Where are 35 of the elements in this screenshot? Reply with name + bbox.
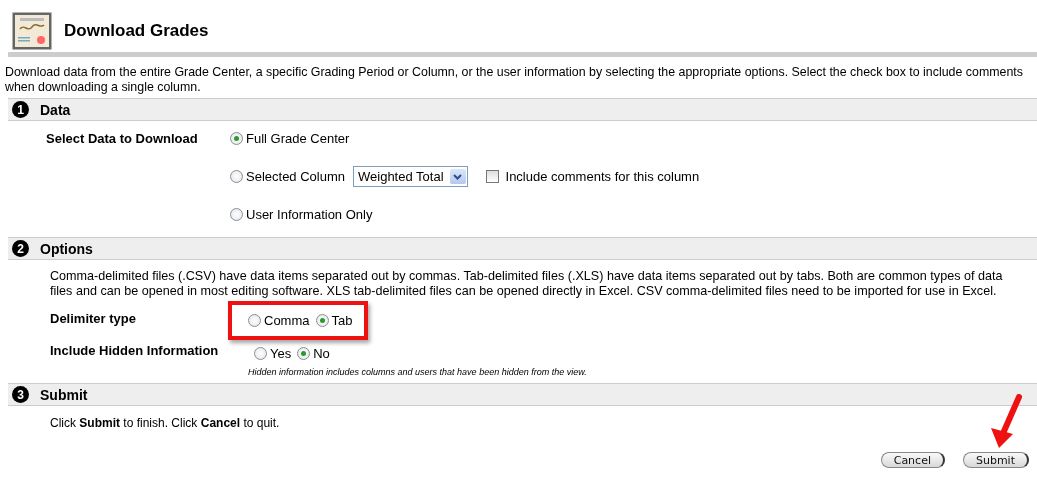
cancel-button[interactable]: Cancel [880, 452, 945, 468]
intro-text: Download data from the entire Grade Center, a specific Grading Period or Column, or the user information by selecting the appropriate options. Select the check box to include comments when downloading a single column. [5, 65, 1024, 95]
radio-button[interactable] [248, 314, 261, 327]
section-title: Options [40, 240, 93, 257]
checkbox[interactable] [485, 170, 499, 183]
radio-label: Comma [264, 313, 310, 328]
radio-button[interactable] [315, 314, 329, 327]
radio-button[interactable] [254, 347, 267, 360]
radio-label: Yes [270, 346, 292, 361]
hint-text: Hidden information includes columns and users that have been hidden from the view. [248, 366, 588, 377]
radio-button[interactable] [230, 208, 243, 221]
field-label: Include Hidden Information [50, 342, 220, 360]
radio-label: Selected Column [246, 169, 345, 184]
caret-icon [449, 169, 466, 184]
radio-label: User Information Only [246, 207, 373, 222]
radio-label: Tab [331, 313, 353, 328]
field-label: Select Data to Download [46, 130, 199, 148]
section-title: Submit [40, 386, 88, 403]
checkbox-label: Include comments for this column [505, 169, 700, 184]
description-text: Comma-delimited files (.CSV) have data items separated out by commas. Tab-delimited files (.XLS) have data items separated out by tabs. Both are common types of data files and can be opened in most editing software. XLS tab-delimited files can be opened directly in Excel. CSV comma-delimited files need to be imported for use in Excel. [50, 269, 1004, 299]
radio-button[interactable] [297, 347, 311, 360]
radio-label: No [313, 346, 330, 361]
page-title: Download Grades [64, 21, 209, 41]
radio-button[interactable] [230, 132, 243, 145]
step-number: 1 [12, 101, 29, 118]
radio-button[interactable] [230, 170, 243, 183]
step-number: 3 [12, 386, 29, 403]
instruction-text: Click Submit to finish. Click Cancel to quit. [50, 416, 281, 430]
column-dropdown[interactable]: Weighted Total [353, 166, 468, 187]
submit-button[interactable]: Submit [962, 452, 1029, 468]
radio-label: Full Grade Center [246, 131, 350, 146]
step-number: 2 [12, 240, 29, 257]
certificate-icon [12, 12, 52, 50]
field-label: Delimiter type [50, 310, 137, 328]
section-title: Data [40, 101, 71, 118]
